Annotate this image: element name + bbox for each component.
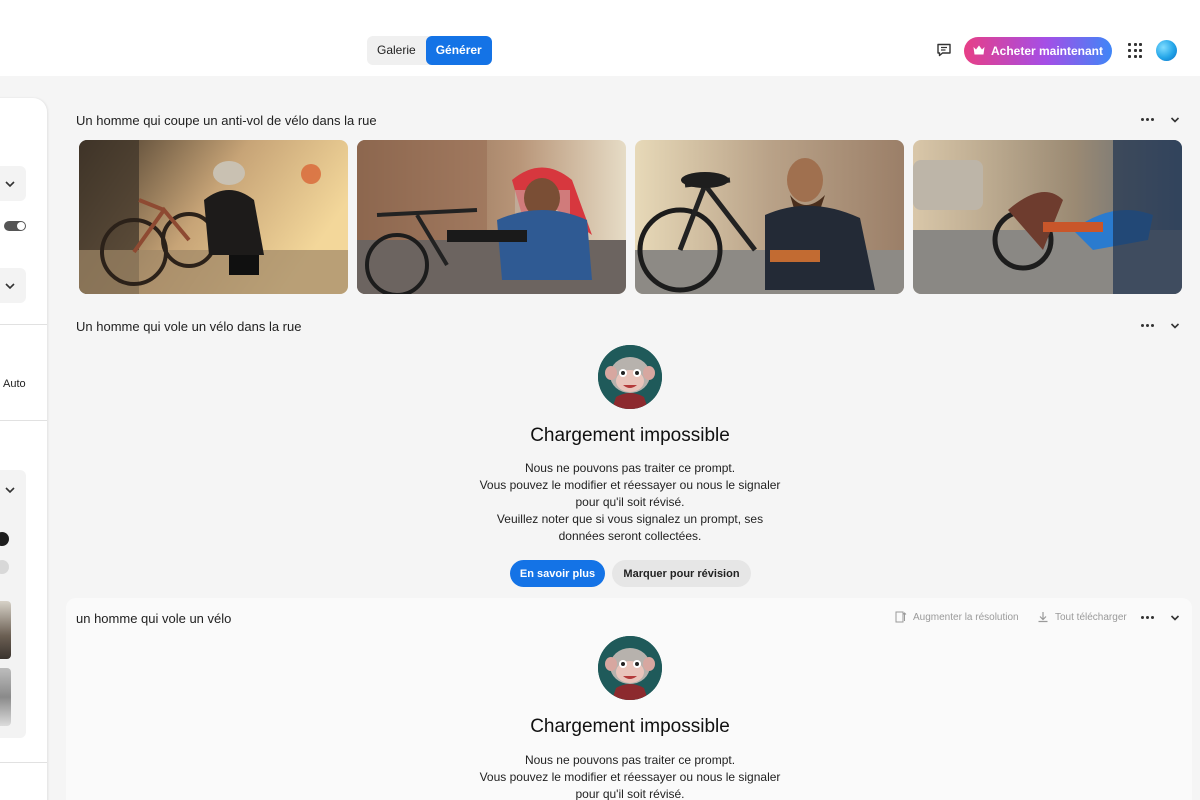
error-line: Nous ne pouvons pas traiter ce prompt. xyxy=(524,461,736,475)
error-line: données seront collectées. xyxy=(558,529,702,543)
upscale-label: Augmenter la résolution xyxy=(913,611,1019,623)
apps-grid-icon[interactable] xyxy=(1128,43,1143,58)
error-line: Nous ne pouvons pas traiter ce prompt. xyxy=(524,753,736,767)
settings-panel: Auto xyxy=(0,98,47,800)
prompt-title: un homme qui vole un vélo xyxy=(76,611,232,626)
download-all-label: Tout télécharger xyxy=(1055,611,1127,623)
generated-image-1[interactable] xyxy=(79,140,348,294)
divider xyxy=(0,762,47,763)
tab-galerie[interactable]: Galerie xyxy=(367,36,426,65)
style-thumbnail-1[interactable] xyxy=(0,601,11,659)
tab-generer[interactable]: Générer xyxy=(425,36,492,65)
upscale-icon xyxy=(895,611,907,623)
auto-label[interactable]: Auto xyxy=(3,378,26,390)
error-line: Vous pouvez le modifier et réessayer ou … xyxy=(479,478,781,492)
error-line: Veuillez noter que si vous signalez un p… xyxy=(496,512,764,526)
generated-image-4[interactable] xyxy=(913,140,1182,294)
error-line: pour qu'il soit révisé. xyxy=(575,787,685,800)
error-message: Nous ne pouvons pas traiter ce prompt. V… xyxy=(420,460,840,545)
error-line: pour qu'il soit révisé. xyxy=(575,495,685,509)
chevron-down-icon xyxy=(5,181,15,188)
settings-toggle[interactable] xyxy=(4,221,26,231)
generated-image-3[interactable] xyxy=(635,140,904,294)
generated-image-2[interactable] xyxy=(357,140,626,294)
more-options-icon[interactable] xyxy=(1141,616,1155,620)
error-title: Chargement impossible xyxy=(530,716,730,737)
learn-more-button[interactable]: En savoir plus xyxy=(510,560,605,587)
avatar[interactable] xyxy=(1156,40,1177,61)
buy-now-button[interactable]: Acheter maintenant xyxy=(964,37,1112,65)
message-icon[interactable] xyxy=(934,40,954,60)
crown-icon xyxy=(973,44,985,58)
more-options-icon[interactable] xyxy=(1141,324,1155,328)
prompt-title: Un homme qui vole un vélo dans la rue xyxy=(76,319,302,334)
error-message: Nous ne pouvons pas traiter ce prompt. V… xyxy=(420,752,840,800)
download-all-button[interactable]: Tout télécharger xyxy=(1037,611,1127,623)
error-monkey-illustration xyxy=(598,345,662,409)
chevron-down-icon[interactable] xyxy=(1170,613,1180,623)
divider xyxy=(0,420,47,421)
buy-now-label: Acheter maintenant xyxy=(990,44,1104,58)
flag-for-review-button[interactable]: Marquer pour révision xyxy=(612,560,751,587)
chevron-down-icon xyxy=(5,487,15,494)
more-options-icon[interactable] xyxy=(1141,118,1155,122)
chevron-down-icon[interactable] xyxy=(1170,115,1180,125)
chevron-down-icon xyxy=(5,283,15,290)
style-thumbnail-2[interactable] xyxy=(0,668,11,726)
error-title: Chargement impossible xyxy=(530,425,730,446)
error-monkey-illustration xyxy=(598,636,662,700)
prompt-title: Un homme qui coupe un anti-vol de vélo d… xyxy=(76,113,377,128)
download-icon xyxy=(1038,612,1048,623)
upscale-button[interactable]: Augmenter la résolution xyxy=(895,611,1019,623)
error-line: Vous pouvez le modifier et réessayer ou … xyxy=(479,770,781,784)
chevron-down-icon[interactable] xyxy=(1170,321,1180,331)
mode-switch: Galerie Générer xyxy=(367,36,492,65)
divider xyxy=(0,324,47,325)
